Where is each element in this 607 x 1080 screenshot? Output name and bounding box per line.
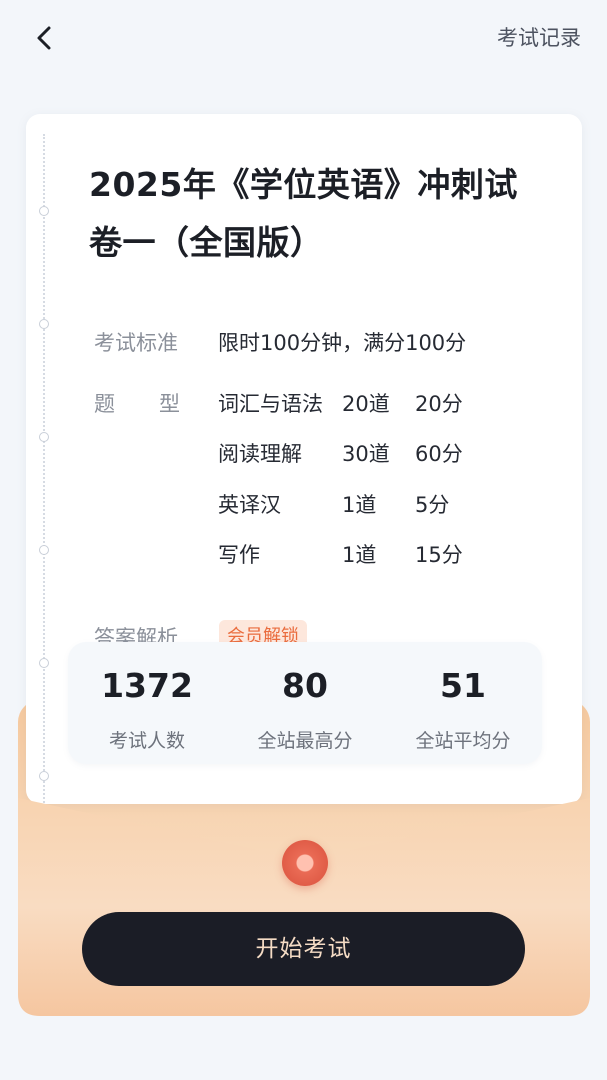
question-type-score: 20分	[415, 392, 463, 416]
question-type-score: 15分	[415, 543, 463, 567]
stat-value: 1372	[101, 666, 193, 705]
spine-hole	[39, 658, 49, 668]
stat-value: 51	[440, 666, 486, 705]
standard-value: 限时100分钟，满分100分	[218, 331, 467, 355]
stat-highest-score: 80 全站最高分	[226, 642, 384, 764]
question-type-name: 英译汉	[218, 493, 281, 517]
stat-label: 全站最高分	[257, 730, 353, 752]
back-button[interactable]	[28, 20, 64, 56]
top-bar: 考试记录	[0, 0, 607, 80]
seal-icon	[282, 840, 328, 886]
start-exam-button[interactable]: 开始考试	[82, 912, 525, 986]
question-type-name: 词汇与语法	[218, 392, 323, 416]
chevron-left-icon	[37, 26, 51, 50]
question-type-name: 阅读理解	[218, 442, 302, 466]
stat-exam-takers: 1372 考试人数	[68, 642, 226, 764]
stat-label: 考试人数	[108, 730, 185, 752]
stat-value: 80	[282, 666, 328, 705]
question-type-name: 写作	[218, 543, 260, 567]
question-type-count: 30道	[342, 442, 390, 466]
spine-hole	[39, 206, 49, 216]
exam-record-link[interactable]: 考试记录	[497, 22, 581, 52]
spine-hole	[39, 432, 49, 442]
question-type-score: 60分	[415, 442, 463, 466]
stat-average-score: 51 全站平均分	[384, 642, 542, 764]
stats-panel: 1372 考试人数 80 全站最高分 51 全站平均分	[68, 642, 542, 764]
question-type-score: 5分	[415, 493, 450, 517]
question-type-label: 题型	[94, 392, 224, 416]
spine-hole	[39, 771, 49, 781]
standard-label: 考试标准	[94, 331, 178, 355]
spine-hole	[39, 545, 49, 555]
question-type-count: 1道	[342, 493, 377, 517]
question-type-count: 1道	[342, 543, 377, 567]
question-type-count: 20道	[342, 392, 390, 416]
paper-spine-dots	[43, 134, 45, 804]
exam-title: 2025年《学位英语》冲刺试卷一（全国版）	[89, 165, 518, 262]
spine-hole	[39, 319, 49, 329]
stat-label: 全站平均分	[415, 730, 511, 752]
